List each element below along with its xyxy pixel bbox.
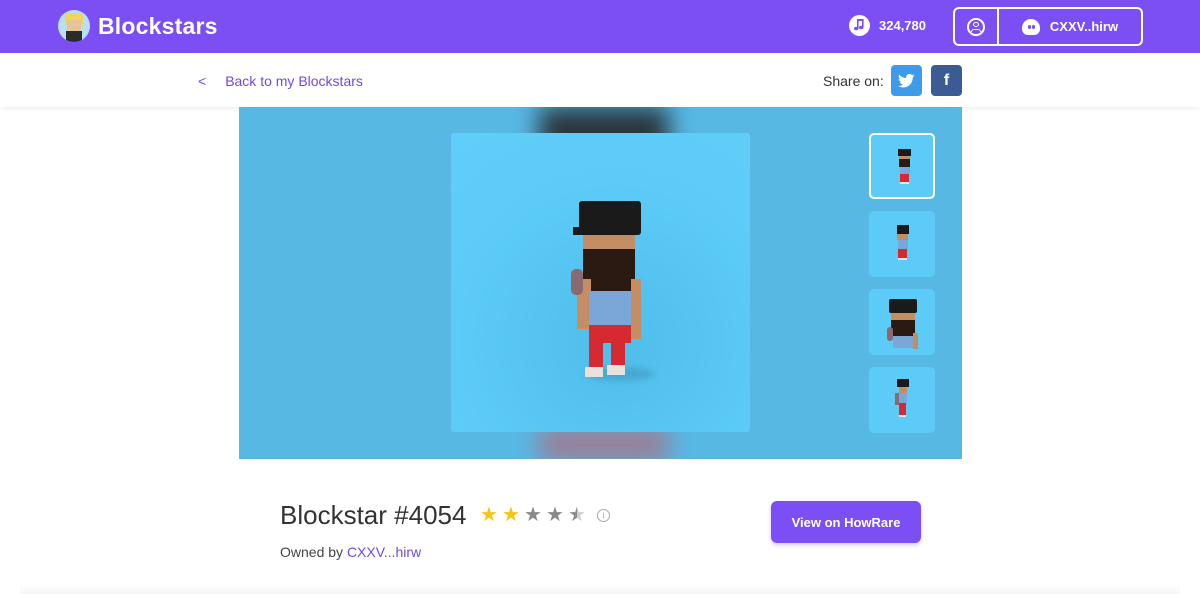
thumbnail-3[interactable] [869, 289, 935, 355]
star-filled-icon: ★ [480, 504, 498, 526]
wallet-name: CXXV..hirw [1049, 19, 1119, 34]
info-icon[interactable]: i [597, 509, 610, 522]
wallet-button[interactable]: CXXV..hirw [999, 9, 1141, 44]
thumbnail-4[interactable] [869, 367, 935, 433]
back-link-label: Back to my Blockstars [225, 73, 363, 89]
facebook-icon: f [943, 71, 950, 89]
owner-line: Owned by CXXV...hirw [280, 544, 421, 560]
star-half-icon: ★ [566, 505, 588, 525]
star-icon: ★ [546, 504, 564, 526]
balance-value: 324,780 [879, 18, 926, 33]
nft-title: Blockstar #4054 [280, 500, 467, 530]
sub-nav-bar: < Back to my Blockstars Share on: f [0, 53, 1200, 107]
music-note-icon [849, 15, 870, 36]
profile-button[interactable] [955, 9, 999, 44]
main-nft-image [451, 133, 750, 432]
blockstar-character [571, 199, 655, 389]
account-menu: CXXV..hirw [953, 7, 1143, 46]
rarity-rating: ★ ★ ★ ★ ★ [478, 505, 588, 525]
brand[interactable]: Blockstars [58, 10, 218, 42]
chevron-left-icon: < [198, 73, 207, 89]
phantom-ghost-icon [1021, 18, 1040, 35]
view-on-howrare-button[interactable]: View on HowRare [771, 501, 921, 543]
facebook-share-button[interactable]: f [931, 65, 962, 96]
owner-link[interactable]: CXXV...hirw [347, 544, 421, 560]
back-link[interactable]: < Back to my Blockstars [198, 73, 363, 89]
blockstars-logo [58, 10, 90, 42]
user-circle-icon [967, 17, 985, 36]
nft-gallery [239, 107, 962, 459]
thumbnail-1[interactable] [869, 133, 935, 199]
owned-by-label: Owned by [280, 544, 344, 560]
twitter-icon [898, 73, 915, 87]
share-label: Share on: [823, 73, 884, 89]
star-icon: ★ [524, 504, 542, 526]
page-bottom-shadow [20, 584, 1180, 594]
twitter-share-button[interactable] [891, 65, 922, 96]
top-nav-bar: Blockstars 324,780 CXXV..hirw [0, 0, 1200, 53]
thumbnail-2[interactable] [869, 211, 935, 277]
token-balance: 324,780 [849, 15, 926, 36]
star-filled-icon: ★ [502, 504, 520, 526]
brand-name: Blockstars [98, 12, 218, 39]
